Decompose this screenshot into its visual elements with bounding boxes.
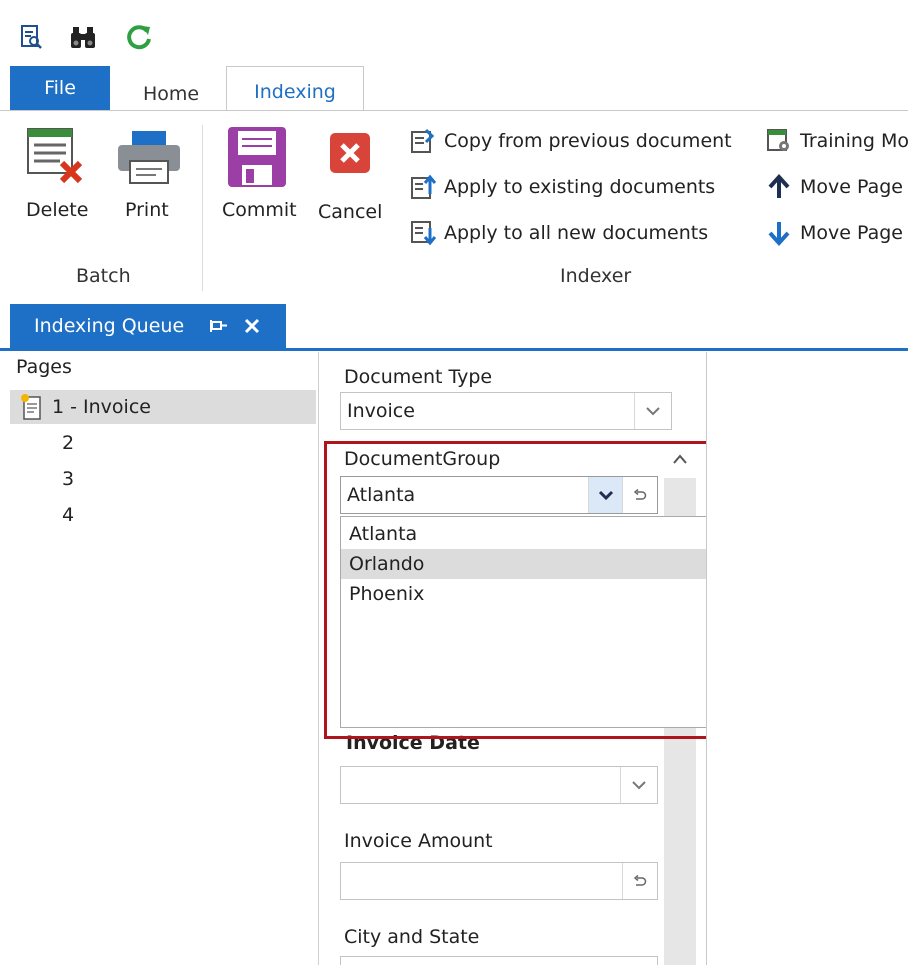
copy-document-icon: [410, 128, 436, 154]
print-label[interactable]: Print: [125, 199, 169, 221]
tree-item-label: 1 - Invoice: [52, 396, 151, 418]
city-state-combo[interactable]: [340, 956, 658, 965]
document-type-label: Document Type: [344, 366, 493, 388]
pages-header: Pages: [16, 356, 72, 378]
commit-label[interactable]: Commit: [222, 199, 297, 221]
printer-icon: [118, 131, 180, 184]
cancel-label[interactable]: Cancel: [318, 201, 382, 223]
cancel-button[interactable]: [328, 131, 372, 175]
arrow-down-icon: [766, 220, 792, 246]
move-page-up-button[interactable]: Move Page: [766, 167, 903, 207]
save-icon: [228, 127, 286, 187]
move-page-down-button[interactable]: Move Page: [766, 213, 903, 253]
ribbon-tab-bar: File Home Indexing: [0, 66, 908, 111]
city-state-label: City and State: [344, 926, 480, 948]
invoice-amount-label: Invoice Amount: [344, 830, 493, 852]
apply-existing-label: Apply to existing documents: [444, 176, 716, 198]
apply-new-button[interactable]: Apply to all new documents: [410, 213, 708, 253]
refresh-icon[interactable]: [124, 22, 154, 52]
arrow-up-icon: [766, 174, 792, 200]
group-separator: [202, 125, 203, 291]
tree-item-page-1[interactable]: 1 - Invoice: [10, 390, 316, 424]
tree-item-page-2[interactable]: 2: [10, 426, 316, 460]
apply-new-icon: [410, 220, 436, 246]
tree-item-label: 2: [62, 432, 75, 454]
tab-indexing[interactable]: Indexing: [226, 66, 364, 111]
apply-existing-button[interactable]: Apply to existing documents: [410, 167, 715, 207]
search-document-icon[interactable]: [16, 22, 46, 52]
pin-icon[interactable]: [210, 319, 228, 333]
print-button[interactable]: [116, 129, 182, 185]
batch-group-label: Batch: [76, 265, 131, 287]
cancel-icon: [330, 133, 370, 173]
chevron-down-icon[interactable]: [634, 393, 671, 429]
close-icon[interactable]: [244, 318, 260, 334]
commit-button[interactable]: [226, 125, 288, 189]
move-page-up-label: Move Page: [800, 176, 903, 198]
tree-item-label: 4: [62, 504, 75, 526]
tree-item-page-4[interactable]: 4: [10, 498, 316, 532]
tab-file[interactable]: File: [10, 66, 110, 110]
delete-label[interactable]: Delete: [26, 199, 88, 221]
apply-existing-icon: [410, 174, 436, 200]
ribbon-panel: Delete Print Batch Commit Cancel Copy fr…: [0, 110, 908, 300]
indexing-queue-label: Indexing Queue: [34, 315, 185, 337]
undo-icon[interactable]: [622, 863, 657, 899]
training-mode-label: Training Mo: [800, 130, 908, 152]
delete-icon: [27, 128, 83, 184]
binoculars-icon[interactable]: [68, 22, 98, 52]
training-gear-icon: [766, 128, 792, 154]
chevron-down-icon[interactable]: [620, 767, 657, 803]
tab-indexing-queue[interactable]: Indexing Queue: [10, 304, 286, 348]
tree-item-page-3[interactable]: 3: [10, 462, 316, 496]
document-type-value: Invoice: [347, 400, 415, 422]
training-mode-button[interactable]: Training Mo: [766, 121, 908, 161]
document-viewer: [706, 352, 908, 965]
delete-button[interactable]: [24, 125, 88, 185]
apply-new-label: Apply to all new documents: [444, 222, 709, 244]
copy-from-previous-label: Copy from previous document: [444, 130, 732, 152]
indexer-group-label: Indexer: [560, 265, 632, 287]
document-type-combo[interactable]: Invoice: [340, 392, 672, 430]
invoice-amount-input[interactable]: [340, 862, 658, 900]
tree-item-label: 3: [62, 468, 75, 490]
tab-home[interactable]: Home: [130, 70, 212, 110]
pages-tree: Pages 1 - Invoice 2 3 4: [10, 352, 319, 965]
copy-from-previous-button[interactable]: Copy from previous document: [410, 121, 732, 161]
move-page-down-label: Move Page: [800, 222, 903, 244]
invoice-date-combo[interactable]: [340, 766, 658, 804]
